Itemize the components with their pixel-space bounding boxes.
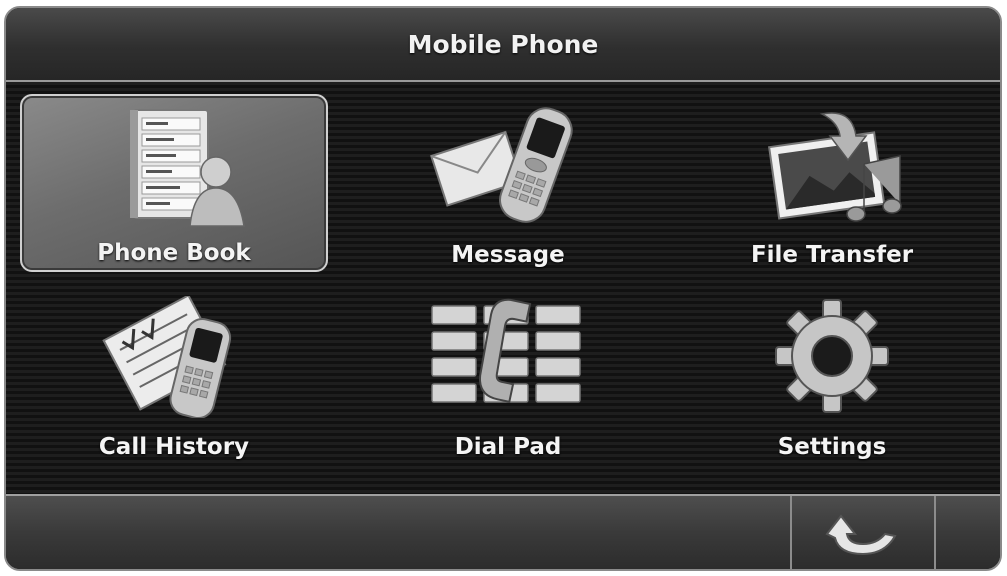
call-history-icon <box>102 296 232 418</box>
menu-item-settings[interactable]: Settings <box>678 286 986 464</box>
menu-item-label: Phone Book <box>97 240 251 266</box>
message-icon <box>429 107 573 223</box>
menu-item-label: Message <box>451 242 565 268</box>
menu-item-phone-book[interactable]: Phone Book <box>20 94 328 272</box>
menu-item-label: Dial Pad <box>454 434 562 460</box>
back-arrow-icon <box>825 513 897 555</box>
title-bar: Mobile Phone <box>6 8 1000 82</box>
bottom-toolbar <box>6 494 1000 569</box>
toolbar-divider <box>934 496 936 569</box>
dial-pad-icon <box>431 298 581 404</box>
file-transfer-icon <box>768 112 902 222</box>
menu-item-label: Settings <box>777 434 887 460</box>
mobile-phone-window: Mobile Phone Phone Book Message File Tra… <box>4 6 1002 571</box>
menu-item-label: File Transfer <box>750 242 914 268</box>
back-button[interactable] <box>792 496 934 569</box>
phone-book-icon <box>130 109 245 227</box>
settings-icon <box>775 299 889 413</box>
menu-item-file-transfer[interactable]: File Transfer <box>678 94 986 272</box>
menu-grid: Phone Book Message File Transfer Call Hi… <box>6 82 1000 496</box>
page-title: Mobile Phone <box>407 29 599 59</box>
menu-item-call-history[interactable]: Call History <box>20 286 328 464</box>
menu-item-label: Call History <box>98 434 250 460</box>
menu-item-dial-pad[interactable]: Dial Pad <box>354 286 662 464</box>
menu-item-message[interactable]: Message <box>354 94 662 272</box>
